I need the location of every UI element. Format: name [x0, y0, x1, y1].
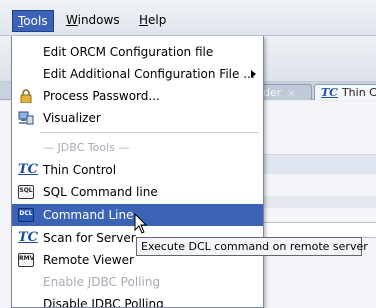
thin-control-tab-label: Thin C [341, 86, 376, 99]
menu-item-enable-jdbc-polling: Enable JDBC Polling [12, 271, 263, 293]
menu-item-sql-command-line[interactable]: SQL SQL Command line [12, 181, 263, 203]
menu-item-label: Edit Additional Configuration File ... [43, 67, 255, 81]
menu-item-label: Edit ORCM Configuration file [43, 45, 214, 59]
menu-header-jdbc-tools: — JDBC Tools — [12, 138, 263, 158]
scan-server-icon: TC [18, 230, 39, 245]
menu-item-label: Command Line [43, 208, 134, 222]
menu-tools-label: ools [23, 14, 48, 28]
menu-header-label: — JDBC Tools — [43, 141, 130, 154]
document-tab[interactable]: der × [256, 84, 312, 100]
menu-windows[interactable]: Windows [61, 10, 125, 32]
menu-item-label: Disable JDBC Polling [43, 297, 164, 308]
panel-field [262, 222, 376, 238]
menu-item-label: Process Password... [43, 89, 160, 103]
sql-icon: SQL [18, 185, 34, 199]
menu-item-label: Scan for Server [43, 231, 136, 245]
thin-control-icon: TC [18, 162, 39, 177]
panel-header-band [262, 154, 376, 174]
tools-menu: Edit ORCM Configuration file Edit Additi… [11, 36, 264, 308]
menubar: Tools Windows Help [0, 0, 376, 36]
menu-item-label: SQL Command line [43, 185, 158, 199]
mouse-pointer-icon [134, 213, 148, 234]
menu-help-label: elp [148, 13, 167, 27]
dcl-icon: DCL [18, 208, 34, 222]
menu-item-label: Visualizer [43, 111, 101, 125]
menu-item-disable-jdbc-polling[interactable]: Disable JDBC Polling [12, 293, 263, 308]
menu-windows-label: indows [77, 13, 120, 27]
tab-close-icon[interactable]: × [287, 88, 295, 99]
panel-band [262, 196, 376, 208]
visualizer-icon [18, 111, 34, 125]
menu-item-visualizer[interactable]: Visualizer [12, 107, 263, 129]
menu-item-thin-control[interactable]: TC Thin Control [12, 159, 263, 181]
document-tab-label: der [263, 86, 282, 99]
tab-thin-control[interactable]: TC Thin C [314, 84, 376, 100]
menu-item-edit-additional-config[interactable]: Edit Additional Configuration File ... [12, 63, 263, 85]
menu-windows-mnemonic: W [66, 13, 78, 27]
menu-tools[interactable]: Tools [12, 10, 54, 32]
menu-help[interactable]: Help [134, 10, 171, 32]
menu-separator [40, 132, 258, 134]
menu-item-process-password[interactable]: Process Password... [12, 85, 263, 107]
thin-control-icon: TC [321, 86, 338, 99]
menu-item-label: Enable JDBC Polling [43, 275, 161, 289]
submenu-arrow-icon [251, 70, 256, 78]
tooltip: Execute DCL command on remote server [136, 237, 368, 256]
menu-item-label: Remote Viewer [43, 253, 134, 267]
menu-item-edit-orcm-config[interactable]: Edit ORCM Configuration file [12, 41, 263, 63]
lock-icon [20, 89, 32, 103]
menu-item-label: Thin Control [43, 163, 117, 177]
menu-help-mnemonic: H [139, 13, 149, 27]
remote-viewer-icon: RMV [18, 253, 34, 267]
